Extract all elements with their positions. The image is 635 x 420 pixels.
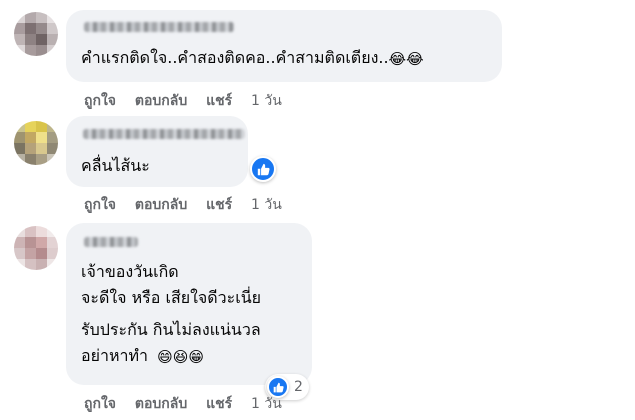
author-name-blurred[interactable] (84, 237, 138, 247)
comment-actions: ถูกใจ ตอบกลับ แชร์ 1 วัน (84, 194, 296, 216)
comment-bubble: คำแรกติดใจ..คำสองติดคอ..คำสามติดเตียง..😂… (66, 10, 502, 82)
avatar[interactable] (14, 12, 58, 56)
author-name-blurred[interactable] (84, 22, 234, 32)
like-action-link[interactable]: ถูกใจ (84, 396, 116, 412)
thumbs-up-icon (257, 163, 270, 175)
comment-actions: ถูกใจ ตอบกลับ แชร์ 1 วัน (84, 393, 296, 415)
smiling-emoji-icon: 😄😆😁 (157, 347, 205, 366)
avatar[interactable] (14, 226, 58, 270)
comment-text: คำแรกติดใจ..คำสองติดคอ..คำสามติดเตียง..😂… (81, 48, 424, 68)
like-reaction-icon[interactable] (250, 156, 276, 182)
thumbs-up-icon (273, 382, 284, 392)
comment-text-line: อย่าหาทำ 😄😆😁 (81, 346, 205, 366)
comment-bubble: คลื่นไส้นะ (66, 116, 248, 187)
share-action-link[interactable]: แชร์ (206, 396, 232, 412)
comment-text-line: เจ้าของวันเกิด (81, 262, 179, 281)
author-name-blurred[interactable] (83, 129, 245, 139)
comment-text-line: จะดีใจ หรือ เสียใจดีวะเนี่ย (81, 288, 262, 307)
timestamp-link[interactable]: 1 วัน (251, 93, 282, 109)
avatar[interactable] (14, 121, 58, 165)
timestamp-link[interactable]: 1 วัน (251, 197, 282, 213)
reply-action-link[interactable]: ตอบกลับ (135, 396, 187, 412)
like-action-link[interactable]: ถูกใจ (84, 93, 116, 109)
laughing-emoji-icon: 😂😂 (388, 49, 424, 68)
timestamp-link[interactable]: 1 วัน (251, 396, 282, 412)
comment-bubble: เจ้าของวันเกิด จะดีใจ หรือ เสียใจดีวะเนี… (66, 223, 312, 385)
comment-text: คลื่นไส้นะ (81, 156, 150, 175)
like-action-link[interactable]: ถูกใจ (84, 197, 116, 213)
reply-action-link[interactable]: ตอบกลับ (135, 197, 187, 213)
comment-text-line: รับประกัน กินไม่ลงแน่นวล (81, 320, 261, 339)
share-action-link[interactable]: แชร์ (206, 93, 232, 109)
reply-action-link[interactable]: ตอบกลับ (135, 93, 187, 109)
comment-actions: ถูกใจ ตอบกลับ แชร์ 1 วัน (84, 90, 296, 112)
share-action-link[interactable]: แชร์ (206, 197, 232, 213)
